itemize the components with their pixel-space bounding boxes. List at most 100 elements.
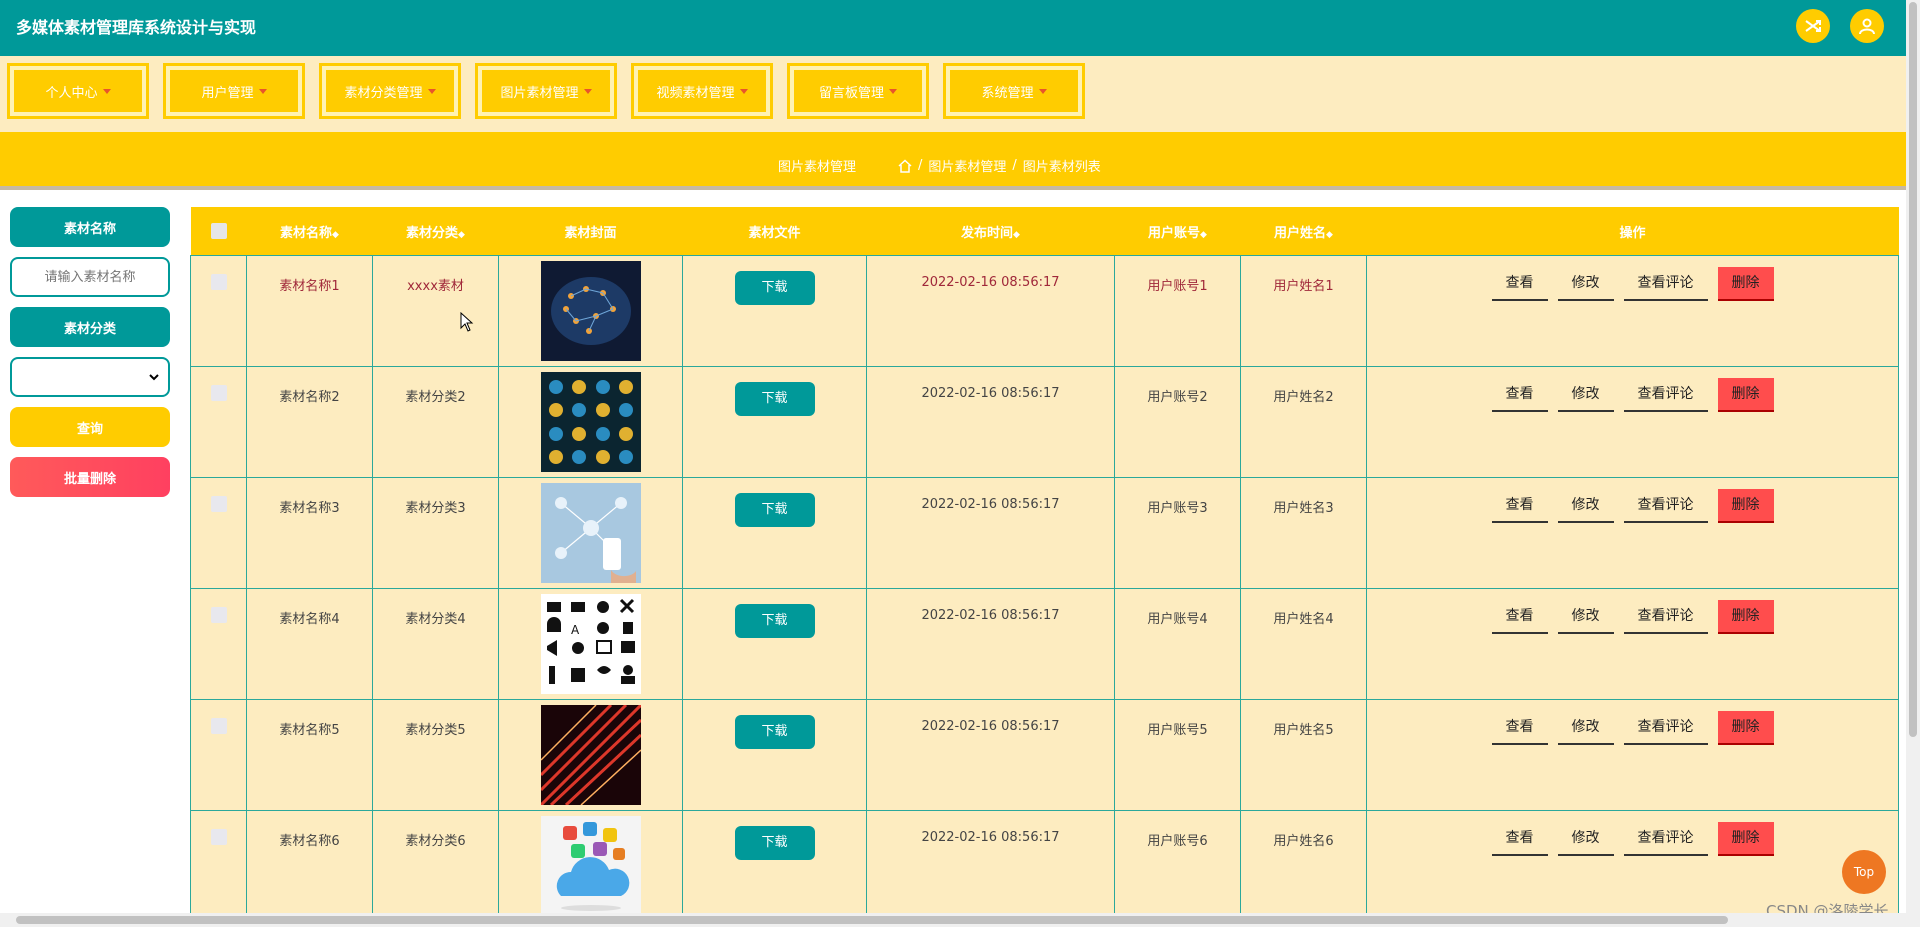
account-text: 用户账号3	[1147, 501, 1208, 516]
view-comments-button[interactable]: 查看评论	[1623, 600, 1708, 634]
row-checkbox[interactable]	[210, 607, 227, 623]
name-text: 素材名称6	[279, 834, 340, 849]
time-cell: 2022-02-16 08:56:17	[866, 477, 1115, 589]
sort-icon: ◆	[1200, 229, 1207, 240]
row-checkbox[interactable]	[210, 829, 227, 845]
nav-item-messages[interactable]: 留言板管理	[787, 63, 929, 119]
category-cell: 素材分类3	[372, 477, 499, 589]
delete-button[interactable]: 删除	[1717, 489, 1774, 523]
edit-button[interactable]: 修改	[1557, 378, 1614, 412]
row-checkbox[interactable]	[210, 718, 227, 734]
row-checkbox-cell	[190, 588, 247, 700]
horizontal-scrollbar[interactable]	[0, 913, 1906, 927]
select-all-checkbox[interactable]	[210, 223, 227, 239]
delete-button[interactable]: 删除	[1717, 378, 1774, 412]
view-button[interactable]: 查看	[1491, 711, 1548, 745]
download-button[interactable]: 下载	[734, 493, 815, 527]
row-checkbox[interactable]	[210, 496, 227, 512]
file-cell: 下载	[682, 366, 867, 478]
user-button[interactable]	[1850, 9, 1884, 43]
nav-item-videos[interactable]: 视频素材管理	[631, 63, 773, 119]
view-comments-button[interactable]: 查看评论	[1623, 711, 1708, 745]
col-name[interactable]: 素材名称◆	[246, 207, 373, 256]
nav-item-system[interactable]: 系统管理	[943, 63, 1085, 119]
caret-down-icon	[102, 88, 111, 94]
username-text: 用户姓名5	[1273, 723, 1334, 738]
view-comments-button[interactable]: 查看评论	[1623, 822, 1708, 856]
category-text: 素材分类6	[405, 834, 466, 849]
view-button[interactable]: 查看	[1491, 822, 1548, 856]
download-button[interactable]: 下载	[734, 604, 815, 638]
download-button[interactable]: 下载	[734, 826, 815, 860]
col-time-label: 发布时间	[961, 225, 1014, 241]
edit-button[interactable]: 修改	[1557, 600, 1614, 634]
row-checkbox-cell	[190, 366, 247, 478]
nav-item-personal[interactable]: 个人中心	[7, 63, 149, 119]
col-time[interactable]: 发布时间◆	[866, 207, 1115, 256]
caret-down-icon	[889, 88, 897, 94]
username-text: 用户姓名1	[1273, 279, 1334, 294]
nav-item-images[interactable]: 图片素材管理	[475, 63, 617, 119]
view-button[interactable]: 查看	[1491, 378, 1548, 412]
nav-label: 留言板管理	[818, 85, 884, 101]
view-button[interactable]: 查看	[1491, 267, 1548, 301]
vertical-scrollbar[interactable]	[1906, 0, 1920, 927]
fullscreen-button[interactable]	[1796, 9, 1830, 43]
table-row: 素材名称1 xxxx素材 下载 2022-02-16 08:56:17 用户账号…	[190, 255, 1899, 367]
delete-button[interactable]: 删除	[1717, 711, 1774, 745]
category-cell: 素材分类2	[372, 366, 499, 478]
nav-item-categories[interactable]: 素材分类管理	[319, 63, 461, 119]
view-comments-button[interactable]: 查看评论	[1623, 267, 1708, 301]
edit-button[interactable]: 修改	[1557, 489, 1614, 523]
username-text: 用户姓名3	[1273, 501, 1334, 516]
download-button[interactable]: 下载	[734, 382, 815, 416]
time-text: 2022-02-16 08:56:17	[921, 386, 1060, 401]
account-cell: 用户账号6	[1114, 810, 1241, 922]
edit-button[interactable]: 修改	[1557, 267, 1614, 301]
view-comments-button[interactable]: 查看评论	[1623, 489, 1708, 523]
delete-button[interactable]: 删除	[1717, 822, 1774, 856]
category-select[interactable]	[10, 357, 170, 397]
username-cell: 用户姓名3	[1240, 477, 1367, 589]
view-button[interactable]: 查看	[1491, 489, 1548, 523]
account-cell: 用户账号4	[1114, 588, 1241, 700]
col-category[interactable]: 素材分类◆	[372, 207, 499, 256]
category-cell: 素材分类5	[372, 699, 499, 811]
query-button[interactable]: 查询	[10, 407, 170, 447]
caret-down-icon	[1038, 88, 1047, 94]
download-button[interactable]: 下载	[734, 271, 815, 305]
edit-button[interactable]: 修改	[1557, 822, 1614, 856]
back-to-top-button[interactable]: Top	[1842, 850, 1886, 894]
row-checkbox[interactable]	[210, 385, 227, 401]
cover-image[interactable]	[540, 816, 641, 916]
edit-button[interactable]: 修改	[1557, 711, 1614, 745]
batch-delete-button[interactable]: 批量删除	[10, 457, 170, 497]
select-all-cell	[190, 207, 247, 256]
scrollbar-thumb[interactable]	[1909, 2, 1917, 737]
col-account-label: 用户账号	[1148, 225, 1201, 241]
cover-image[interactable]	[539, 703, 642, 807]
name-search-input[interactable]	[10, 257, 170, 297]
cover-image[interactable]	[540, 483, 641, 583]
cover-image[interactable]	[540, 261, 641, 361]
username-cell: 用户姓名2	[1240, 366, 1367, 478]
cover-image[interactable]: A	[540, 594, 641, 694]
cover-cell	[498, 699, 683, 811]
breadcrumb-link-images[interactable]: 图片素材管理	[928, 156, 1006, 175]
actions-cell: 查看 修改 查看评论 删除	[1366, 699, 1899, 811]
cover-image[interactable]	[540, 372, 641, 472]
col-username[interactable]: 用户姓名◆	[1240, 207, 1367, 256]
row-checkbox[interactable]	[210, 274, 227, 290]
username-cell: 用户姓名6	[1240, 810, 1367, 922]
home-icon[interactable]	[898, 158, 912, 173]
scrollbar-thumb[interactable]	[16, 916, 1728, 924]
category-text: 素材分类4	[405, 612, 466, 627]
nav-item-users[interactable]: 用户管理	[163, 63, 305, 119]
delete-button[interactable]: 删除	[1717, 267, 1774, 301]
download-button[interactable]: 下载	[734, 715, 815, 749]
col-account[interactable]: 用户账号◆	[1114, 207, 1241, 256]
breadcrumb-sep: /	[1012, 158, 1017, 173]
delete-button[interactable]: 删除	[1717, 600, 1774, 634]
view-button[interactable]: 查看	[1491, 600, 1548, 634]
view-comments-button[interactable]: 查看评论	[1623, 378, 1708, 412]
